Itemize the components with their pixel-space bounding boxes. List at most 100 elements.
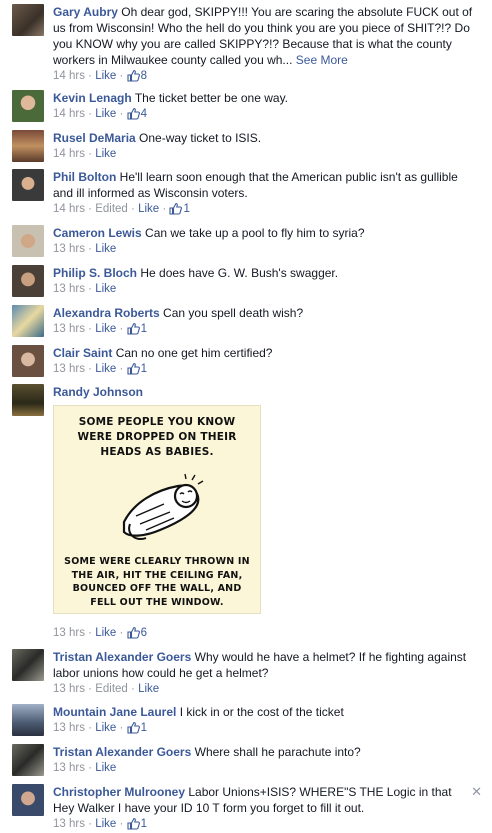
comment-text: Can you spell death wish?: [163, 306, 304, 320]
comment-text: Can no one get him certified?: [115, 346, 273, 360]
like-count[interactable]: 8: [127, 69, 147, 82]
like-count-value: 1: [183, 203, 190, 215]
like-link[interactable]: Like: [95, 762, 116, 774]
like-count-value: 6: [140, 627, 147, 639]
baby-illustration: [122, 473, 204, 540]
comment-text: One-way ticket to ISIS.: [139, 131, 262, 145]
like-link[interactable]: Like: [138, 203, 159, 215]
like-link[interactable]: Like: [95, 283, 116, 295]
timestamp[interactable]: 13 hrs: [53, 627, 85, 639]
like-link[interactable]: Like: [95, 722, 116, 734]
commenter-name[interactable]: Cameron Lewis: [53, 226, 142, 240]
timestamp[interactable]: 13 hrs: [53, 722, 85, 734]
like-link[interactable]: Like: [138, 683, 159, 695]
commenter-name[interactable]: Rusel DeMaria: [53, 131, 136, 145]
edited-label[interactable]: Edited: [95, 203, 128, 215]
comment-text: Where shall he parachute into?: [194, 745, 361, 759]
thumbs-up-icon: [127, 721, 140, 734]
avatar[interactable]: [12, 649, 44, 681]
meme-top-text: SOME PEOPLE YOU KNOW WERE DROPPED ON THE…: [77, 416, 237, 458]
commenter-name[interactable]: Clair Saint: [53, 346, 112, 360]
avatar[interactable]: [12, 305, 44, 337]
comment-meta: 13 hrs · Like: [53, 283, 117, 295]
comment-meta: 13 hrs · Edited · Like: [53, 683, 160, 695]
like-count-value: 1: [140, 323, 147, 335]
like-count-value: 1: [140, 363, 147, 375]
commenter-name[interactable]: Alexandra Roberts: [53, 306, 160, 320]
comment-meta: 13 hrs · Like · 1: [53, 721, 147, 734]
like-link[interactable]: Like: [95, 70, 116, 82]
thumbs-up-icon: [127, 362, 140, 375]
comment-meta: 13 hrs · Like · 1: [53, 362, 147, 375]
like-count[interactable]: 1: [127, 322, 147, 335]
thumbs-up-icon: [127, 69, 140, 82]
avatar[interactable]: [12, 4, 44, 36]
commenter-name[interactable]: Gary Aubry: [53, 5, 118, 19]
like-link[interactable]: Like: [95, 243, 116, 255]
commenter-name[interactable]: Tristan Alexander Goers: [53, 745, 191, 759]
thumbs-up-icon: [169, 202, 183, 215]
like-count[interactable]: 1: [169, 202, 190, 215]
comment-meta: 13 hrs · Like · 1: [53, 322, 147, 335]
like-link[interactable]: Like: [95, 363, 116, 375]
see-more-link[interactable]: See More: [296, 53, 348, 67]
avatar[interactable]: [12, 784, 44, 816]
avatar[interactable]: [12, 169, 44, 201]
comment-meta: 14 hrs · Edited · Like · 1: [53, 202, 190, 215]
like-count-value: 1: [140, 722, 147, 734]
timestamp[interactable]: 14 hrs: [53, 203, 85, 215]
like-count[interactable]: 1: [127, 362, 147, 375]
avatar[interactable]: [12, 384, 44, 416]
timestamp[interactable]: 14 hrs: [53, 70, 85, 82]
timestamp[interactable]: 13 hrs: [53, 683, 85, 695]
comment-image[interactable]: SOME PEOPLE YOU KNOW WERE DROPPED ON THE…: [53, 405, 261, 614]
like-count[interactable]: 6: [127, 626, 147, 639]
meme-bottom-text: SOME WERE CLEARLY THROWN IN THE AIR, HIT…: [64, 556, 250, 608]
thumbs-up-icon: [127, 817, 140, 830]
timestamp[interactable]: 14 hrs: [53, 108, 85, 120]
avatar[interactable]: [12, 225, 44, 257]
like-link[interactable]: Like: [95, 818, 116, 830]
avatar[interactable]: [12, 90, 44, 122]
comment-meta: 13 hrs · Like · 1: [53, 817, 147, 830]
timestamp[interactable]: 13 hrs: [53, 363, 85, 375]
avatar[interactable]: [12, 265, 44, 297]
timestamp[interactable]: 13 hrs: [53, 243, 85, 255]
comment-meta: 13 hrs · Like · 6: [53, 626, 147, 639]
like-count[interactable]: 4: [127, 107, 147, 120]
comment-text: He does have G. W. Bush's swagger.: [140, 266, 339, 280]
comment-text: Can we take up a pool to fly him to syri…: [145, 226, 365, 240]
avatar[interactable]: [12, 704, 44, 736]
commenter-name[interactable]: Philip S. Bloch: [53, 266, 137, 280]
avatar[interactable]: [12, 744, 44, 776]
close-icon[interactable]: ✕: [471, 784, 482, 800]
like-link[interactable]: Like: [95, 627, 116, 639]
avatar[interactable]: [12, 345, 44, 377]
like-count[interactable]: 1: [127, 721, 147, 734]
timestamp[interactable]: 13 hrs: [53, 762, 85, 774]
commenter-name[interactable]: Randy Johnson: [53, 385, 143, 399]
commenter-name[interactable]: Kevin Lenagh: [53, 91, 132, 105]
like-count-value: 8: [140, 70, 147, 82]
commenter-name[interactable]: Christopher Mulrooney: [53, 785, 185, 799]
comment-meta: 14 hrs · Like · 4: [53, 107, 147, 120]
commenter-name[interactable]: Phil Bolton: [53, 170, 116, 184]
comment-meta: 13 hrs · Like: [53, 243, 117, 255]
commenter-name[interactable]: Tristan Alexander Goers: [53, 650, 191, 664]
timestamp[interactable]: 13 hrs: [53, 283, 85, 295]
thumbs-up-icon: [127, 107, 140, 120]
commenter-name[interactable]: Mountain Jane Laurel: [53, 705, 176, 719]
timestamp[interactable]: 13 hrs: [53, 818, 85, 830]
comment-meta: 13 hrs · Like: [53, 762, 117, 774]
like-count-value: 1: [140, 818, 147, 830]
avatar[interactable]: [12, 130, 44, 162]
like-count-value: 4: [140, 108, 147, 120]
like-link[interactable]: Like: [95, 323, 116, 335]
edited-label[interactable]: Edited: [95, 683, 128, 695]
like-link[interactable]: Like: [95, 148, 116, 160]
comment-meta: 14 hrs · Like · 8: [53, 69, 147, 82]
timestamp[interactable]: 13 hrs: [53, 323, 85, 335]
timestamp[interactable]: 14 hrs: [53, 148, 85, 160]
like-count[interactable]: 1: [127, 817, 147, 830]
like-link[interactable]: Like: [95, 108, 116, 120]
